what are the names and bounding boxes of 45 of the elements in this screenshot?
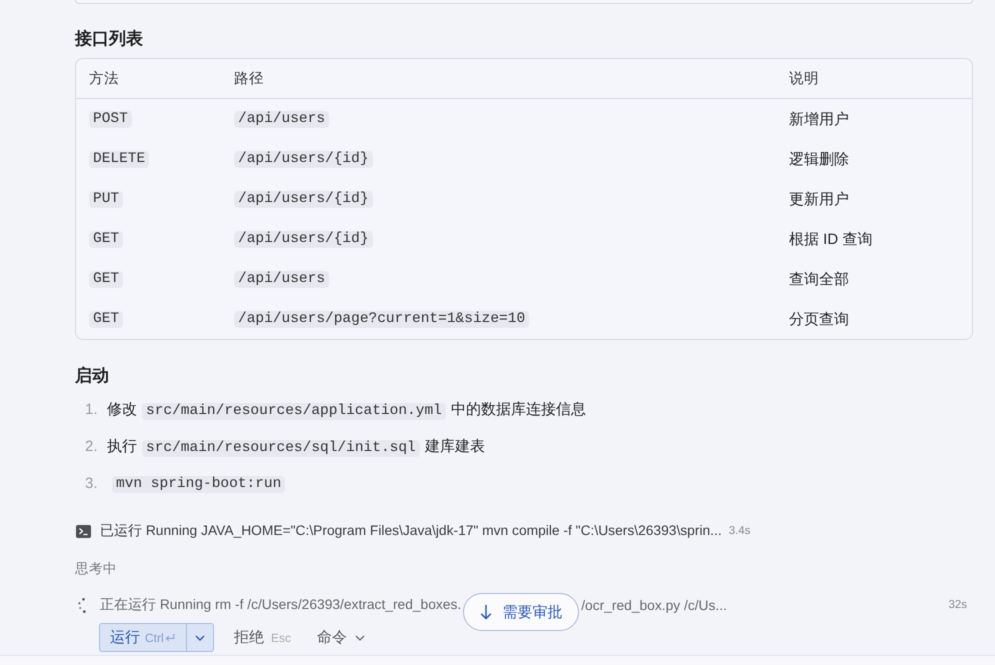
arrow-down-icon [480,604,492,620]
return-key-icon [164,633,175,642]
command-log-text: /ocr_red_box.py /c/Us... [581,598,727,612]
duration-text: 32s [948,599,967,611]
endpoint-path-code: /api/users/{id} [234,230,373,248]
column-header: 方法 [89,70,119,88]
command-log-text: 已运行 Running JAVA_HOME="C:\Program Files\Java\jdk-17" mvn compile -f "C:\Users\26393\sprin... [100,522,722,540]
http-method-code: PUT [89,190,124,208]
duration-text: 3.4s [728,525,750,537]
description-text: 分页查询 [789,310,849,328]
command-log-text: 正在运行 Running rm -f /c/Users/26393/extract_red_boxes. [100,596,462,614]
list-number: 3. [85,475,99,492]
http-method-code: POST [89,110,132,128]
http-method-code: DELETE [89,150,150,168]
reject-button[interactable]: 拒绝 Esc [234,628,292,647]
status-text: 思考中 [75,560,117,578]
terminal-icon [76,524,91,538]
column-header: 路径 [234,70,264,88]
column-header: 说明 [789,70,819,88]
description-text: 新增用户 [789,110,849,128]
list-number: 2. [85,438,99,455]
section-heading: 启动 [75,365,110,387]
command-menu-button[interactable]: 命令 [317,628,366,647]
section-heading: 接口列表 [75,28,144,50]
description-text: 更新用户 [789,190,849,208]
run-options-dropdown-button[interactable] [187,623,214,652]
step-text: 执行 src/main/resources/sql/init.sql 建库建表 [107,436,485,456]
endpoint-path-code: /api/users/page?current=1&size=10 [234,310,530,328]
list-number: 1. [85,401,99,418]
endpoint-path-code: /api/users [234,270,330,288]
spinner-icon [78,598,86,612]
endpoint-path-code: /api/users/{id} [234,150,373,168]
http-method-code: GET [89,270,124,288]
description-text: 查询全部 [789,270,849,288]
endpoint-path-code: /api/users [234,110,330,128]
description-text: 根据 ID 查询 [789,230,872,248]
endpoint-path-code: /api/users/{id} [234,190,373,208]
http-method-code: GET [89,230,124,248]
step-text: 修改 src/main/resources/application.yml 中的数据库连接信息 [107,400,586,420]
description-text: 逻辑删除 [789,150,849,168]
chevron-down-icon [355,634,366,640]
run-button[interactable]: 运行 Ctrl [99,623,187,652]
chevron-down-icon [195,634,205,640]
jump-to-approval-button[interactable]: 需要审批 [463,593,580,631]
http-method-code: GET [89,310,124,328]
